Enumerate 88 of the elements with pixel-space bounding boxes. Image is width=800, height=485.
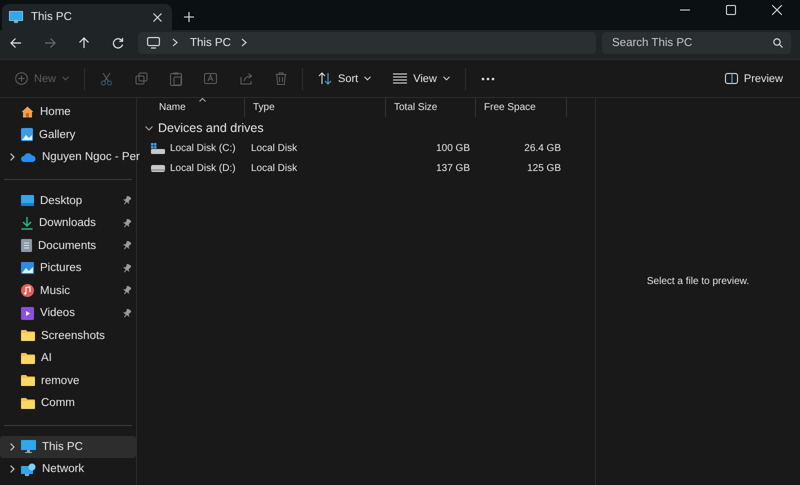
sidebar-item[interactable]: AI bbox=[0, 347, 136, 370]
sidebar-item[interactable]: Documents bbox=[0, 234, 136, 257]
sidebar-item[interactable]: Network bbox=[0, 458, 136, 480]
close-icon[interactable] bbox=[772, 5, 782, 15]
music-icon bbox=[21, 284, 34, 298]
desktop-icon bbox=[21, 195, 34, 206]
chevron-right-icon[interactable] bbox=[240, 38, 247, 47]
up-arrow-icon[interactable] bbox=[78, 36, 90, 48]
sidebar-item[interactable]: Gallery bbox=[0, 124, 136, 146]
close-icon[interactable] bbox=[153, 12, 162, 22]
drive-icon bbox=[151, 164, 165, 172]
picture-icon bbox=[21, 128, 33, 142]
plus-circle-icon bbox=[15, 72, 28, 85]
table-cell-text: 137 GB bbox=[435, 162, 471, 176]
breadcrumb[interactable]: This PC bbox=[190, 36, 231, 48]
group-header[interactable]: Devices and drives bbox=[137, 117, 595, 139]
table-cell[interactable]: Local Disk (D:) bbox=[137, 158, 245, 178]
home-icon bbox=[21, 106, 34, 118]
chevron-right-icon[interactable] bbox=[10, 442, 15, 451]
sidebar-item[interactable]: Home bbox=[0, 101, 136, 124]
sidebar-item[interactable]: Comm bbox=[0, 392, 136, 414]
column-header[interactable]: Type bbox=[245, 98, 386, 117]
sort-arrows-icon bbox=[318, 72, 332, 85]
column-header[interactable]: Free Space bbox=[476, 98, 567, 117]
folder-icon bbox=[21, 330, 35, 342]
caret-icon bbox=[62, 76, 70, 81]
sidebar-item[interactable]: Downloads bbox=[0, 212, 136, 234]
drive-icon bbox=[151, 143, 165, 154]
preview-message: Select a file to preview. bbox=[646, 276, 750, 287]
tab[interactable]: This PC bbox=[2, 4, 172, 30]
scissors-icon bbox=[100, 72, 114, 86]
more-icon bbox=[480, 76, 495, 80]
folder-icon bbox=[21, 398, 35, 409]
table-cell-text: 26.4 GB bbox=[523, 142, 562, 156]
folder-icon bbox=[21, 375, 35, 386]
monitor-icon bbox=[21, 440, 36, 454]
pin-icon[interactable] bbox=[123, 241, 131, 250]
column-header[interactable]: Total Size bbox=[386, 98, 476, 117]
pin-icon[interactable] bbox=[123, 264, 131, 273]
monitor-icon bbox=[9, 10, 23, 24]
table-cell-text: Local Disk bbox=[250, 142, 298, 156]
sort-button[interactable]: Sort bbox=[312, 68, 378, 89]
sidebar-item[interactable]: Pictures bbox=[0, 257, 136, 280]
pin-icon[interactable] bbox=[123, 218, 131, 228]
back-arrow-icon[interactable] bbox=[10, 36, 22, 48]
chevron-icon bbox=[145, 126, 153, 130]
picture-icon bbox=[21, 262, 34, 274]
search-icon bbox=[773, 38, 783, 48]
chevron-right-icon[interactable] bbox=[10, 465, 15, 474]
sidebar-item[interactable]: Screenshots bbox=[0, 324, 136, 347]
address-bar[interactable]: This PC bbox=[138, 32, 596, 54]
share-icon bbox=[240, 72, 254, 85]
table-cell-text: 125 GB bbox=[526, 162, 562, 176]
pin-icon[interactable] bbox=[123, 196, 131, 206]
preview-button[interactable]: Preview bbox=[718, 68, 789, 88]
caret-icon bbox=[442, 76, 450, 81]
pin-icon[interactable] bbox=[123, 286, 131, 296]
table-cell-text: Local Disk bbox=[250, 162, 298, 176]
maximize-icon[interactable] bbox=[726, 5, 736, 15]
chevron-right-icon[interactable] bbox=[172, 38, 178, 47]
list-lines-icon bbox=[393, 73, 408, 84]
caret-icon bbox=[199, 98, 206, 102]
trash-icon bbox=[275, 72, 288, 85]
sidebar-item[interactable]: Desktop bbox=[0, 190, 136, 212]
view-button[interactable]: View bbox=[387, 68, 456, 88]
copy-icon bbox=[135, 72, 148, 85]
cloud-icon bbox=[21, 152, 36, 162]
rename-icon bbox=[204, 72, 218, 85]
sidebar-item[interactable]: Videos bbox=[0, 302, 136, 324]
network-icon bbox=[21, 462, 36, 476]
video-icon bbox=[21, 306, 34, 320]
monitor-icon bbox=[147, 36, 160, 48]
chevron-right-icon[interactable] bbox=[10, 153, 15, 162]
caret-icon bbox=[364, 76, 372, 81]
document-icon bbox=[21, 239, 32, 252]
sidebar-item[interactable]: Music bbox=[0, 280, 136, 302]
sidebar-item[interactable]: This PC bbox=[0, 436, 136, 458]
pin-icon[interactable] bbox=[123, 308, 131, 318]
folder-icon bbox=[21, 352, 35, 364]
refresh-icon[interactable] bbox=[112, 36, 124, 48]
sidebar-item[interactable]: remove bbox=[0, 370, 136, 392]
clipboard-icon bbox=[170, 72, 182, 86]
download-icon bbox=[21, 216, 33, 230]
panel-icon bbox=[724, 73, 738, 84]
search-field[interactable]: Search This PC bbox=[602, 32, 791, 54]
table-cell-text: 100 GB bbox=[435, 142, 471, 156]
new-tab-icon[interactable] bbox=[184, 12, 194, 22]
column-header[interactable]: Name bbox=[137, 98, 245, 117]
